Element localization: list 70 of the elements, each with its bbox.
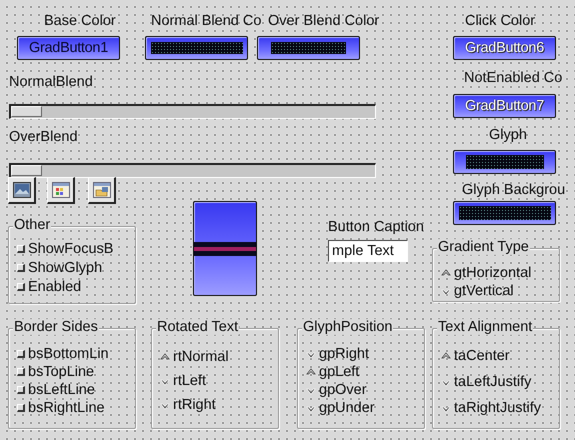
gradient-button[interactable] [453,150,556,174]
slider-thumb[interactable] [11,165,42,176]
window-icon-button[interactable] [47,177,75,204]
radio-label: rtNormal [173,349,229,365]
checkbox-label: bsTopLine [28,364,94,380]
radio-label: gtVertical [454,283,514,299]
slider-label: NormalBlend [9,74,93,90]
radio-label: gpRight [319,346,369,362]
color-label: Normal Blend Co [151,13,262,29]
checkbox[interactable] [17,350,25,358]
checkbox[interactable] [17,264,25,272]
checkbox-label: bsLeftLine [28,382,95,398]
garbled-caption-icon [194,242,256,256]
radio-label: taRightJustify [454,400,542,416]
checkbox-label: Enabled [28,279,82,295]
checkbox[interactable] [17,245,25,253]
checkbox-label: ShowFocusB [28,241,114,257]
radio-button[interactable] [306,367,316,377]
group-title: Text Alignment [437,319,534,335]
radio-label: gpLeft [319,364,360,380]
gradient-button[interactable] [453,201,556,225]
group-title: GlyphPosition [302,319,394,335]
radio-label: gpOver [319,382,367,398]
garbled-caption-icon [466,155,544,169]
radio-label: gpUnder [319,400,375,416]
folder-window-icon-button[interactable] [88,177,116,204]
group-title: Other [13,217,52,233]
folder-window-icon [92,182,110,198]
picture-icon-button[interactable] [8,177,36,204]
checkbox[interactable] [17,386,25,394]
slider-track[interactable] [9,104,376,119]
group-title: Border Sides [13,319,99,335]
garbled-caption-icon [150,42,242,54]
gradient-button[interactable]: GradButton6 [453,36,556,60]
group-title: Rotated Text [156,319,240,335]
image-icon [12,182,30,198]
checkbox[interactable] [17,283,25,291]
group-title: Gradient Type [437,239,530,255]
radio-label: taCenter [454,348,510,364]
radio-label: rtLeft [173,373,206,389]
color-label: Base Color [44,13,116,29]
slider-label: OverBlend [9,129,78,145]
checkbox[interactable] [17,368,25,376]
garbled-caption-icon [271,42,346,54]
radio-button[interactable] [441,351,451,361]
gradient-button[interactable]: GradButton7 [453,94,556,118]
caption-input-field[interactable]: mple Text [328,240,408,262]
checkbox-label: ShowGlyph [28,260,102,276]
gradient-button[interactable] [257,36,360,60]
field-label: Button Caption [328,219,424,235]
color-label: Glyph [489,127,527,143]
color-label: NotEnabled Co [464,70,562,86]
garbled-caption-icon [458,206,550,220]
checkbox-label: bsBottomLin [28,346,109,362]
radio-button[interactable] [441,268,451,278]
slider-thumb[interactable] [11,106,42,117]
color-label: Over Blend Color [268,13,380,29]
slider-track[interactable] [9,163,376,178]
gradient-button[interactable]: GradButton1 [17,36,120,60]
radio-button[interactable] [160,352,170,362]
color-label: Glyph Backgrou [462,182,566,198]
checkbox[interactable] [17,404,25,412]
radio-label: gtHorizontal [454,265,532,281]
checkbox-label: bsRightLine [28,400,105,416]
color-label: Click Color [465,13,536,29]
gradient-button[interactable] [145,36,248,60]
radio-label: rtRight [173,397,216,413]
window-icon [52,182,70,198]
radio-label: taLeftJustify [454,374,532,390]
preview-gradient-button[interactable] [193,201,257,296]
